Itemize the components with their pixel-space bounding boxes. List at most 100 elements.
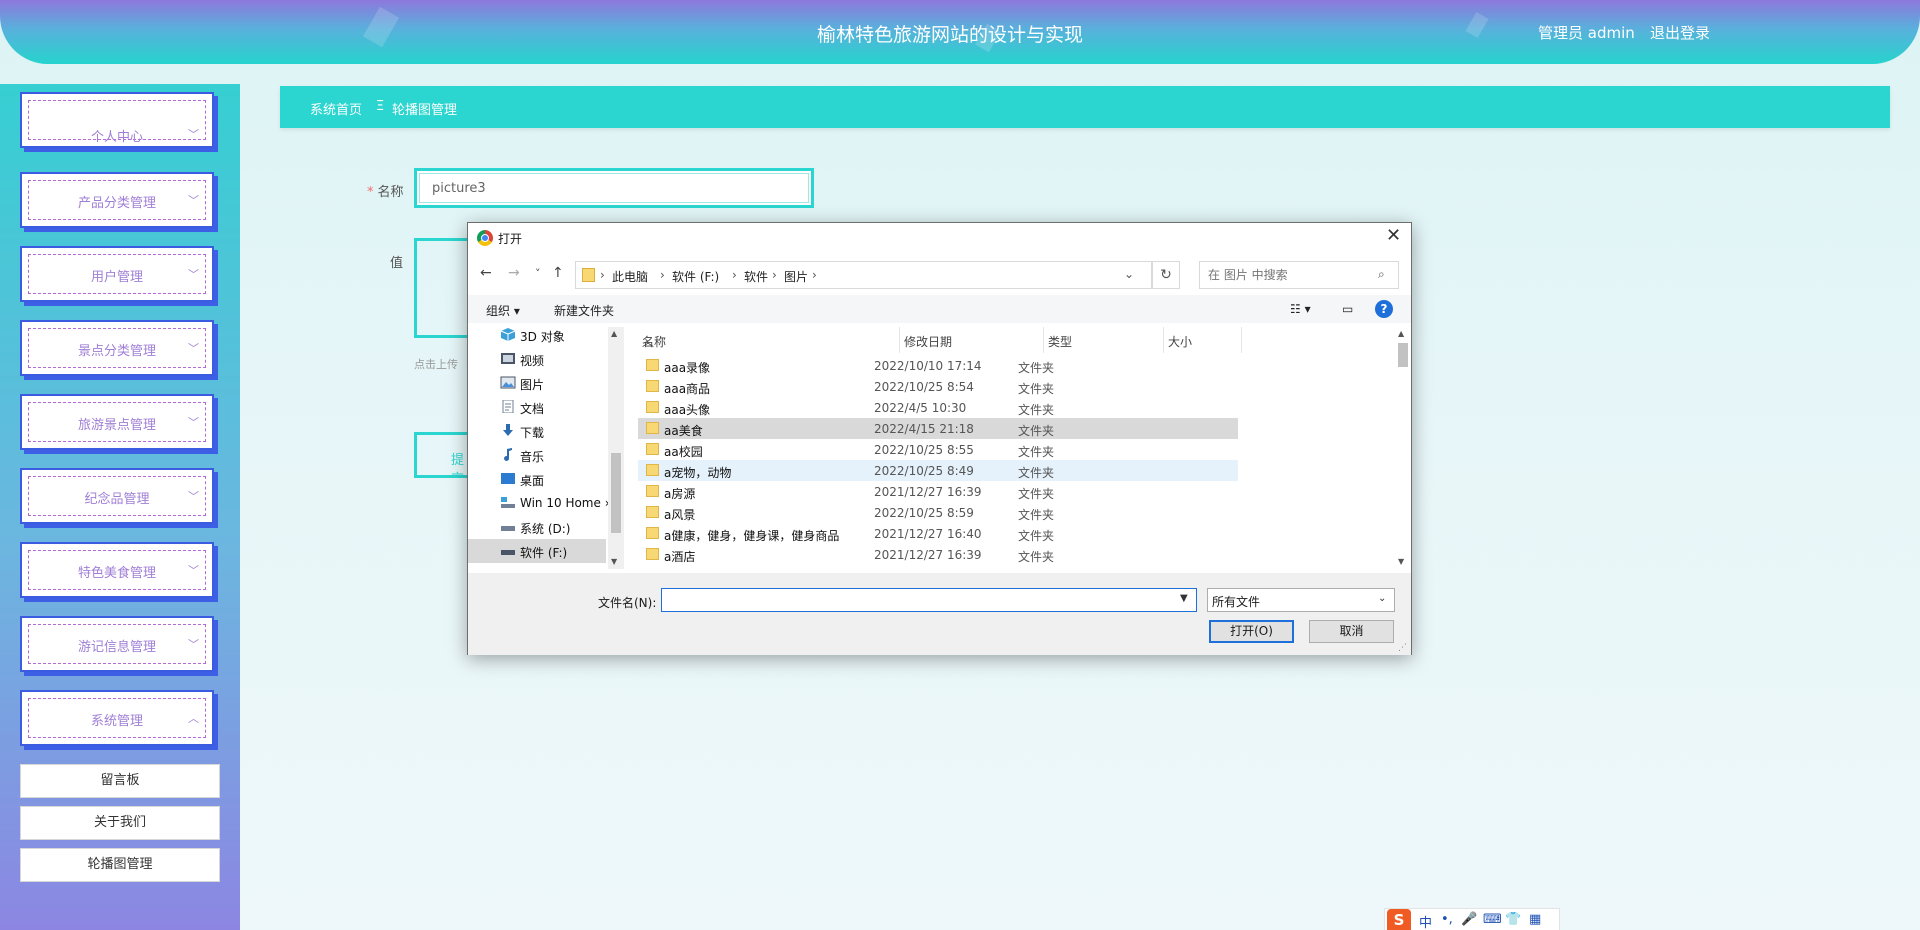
- sidebar-item-product-category[interactable]: 产品分类管理 ﹀: [20, 172, 218, 232]
- path-segment-pictures[interactable]: 图片: [784, 268, 808, 285]
- file-row[interactable]: aaa头像 2022/4/5 10:30 文件夹: [638, 397, 1238, 418]
- chevron-down-icon: ﹀: [188, 564, 199, 577]
- view-options-icon[interactable]: ☷ ▾: [1290, 302, 1311, 316]
- forward-arrow-icon[interactable]: →: [508, 265, 520, 281]
- file-row[interactable]: aaa录像 2022/10/10 17:14 文件夹: [638, 355, 1238, 376]
- music-icon: [504, 448, 512, 461]
- sidebar-item-special-food[interactable]: 特色美食管理 ﹀: [20, 542, 218, 602]
- nav-item-desktop[interactable]: 桌面: [468, 467, 606, 491]
- organize-menu[interactable]: 组织 ▾: [486, 302, 520, 319]
- name-input[interactable]: [419, 173, 809, 203]
- refresh-icon[interactable]: ↻: [1152, 261, 1180, 289]
- search-box: ⌕: [1199, 261, 1399, 289]
- navigation-scrollbar[interactable]: ▲ ▼: [608, 327, 624, 569]
- sidebar-item-scenic-category[interactable]: 景点分类管理 ﹀: [20, 320, 218, 380]
- sidebar-item-system[interactable]: 系统管理 ︿: [20, 690, 218, 750]
- chinese-mode-icon[interactable]: 中: [1419, 912, 1432, 930]
- file-row-selected[interactable]: aa美食 2022/4/15 21:18 文件夹: [638, 418, 1238, 439]
- file-name: aaa头像: [664, 403, 711, 417]
- sidebar-subitem-message-board[interactable]: 留言板: [20, 764, 220, 798]
- dialog-toolbar: 组织 ▾ 新建文件夹 ☷ ▾ ▭ ?: [468, 295, 1411, 323]
- close-icon[interactable]: ✕: [1386, 225, 1401, 246]
- column-header-type[interactable]: 类型: [1044, 327, 1164, 353]
- sidebar-item-souvenirs[interactable]: 纪念品管理 ﹀: [20, 468, 218, 528]
- chevron-down-icon[interactable]: ▼: [1180, 593, 1188, 604]
- file-date: 2022/10/10 17:14: [874, 359, 982, 373]
- new-folder-button[interactable]: 新建文件夹: [554, 302, 614, 319]
- nav-item-drive-f[interactable]: 软件 (F:): [468, 539, 606, 563]
- file-row[interactable]: a风景 2022/10/25 8:59 文件夹: [638, 502, 1238, 523]
- help-icon[interactable]: ?: [1375, 300, 1393, 318]
- chevron-down-icon: ﹀: [188, 638, 199, 651]
- sidebar-item-personal-center[interactable]: 个人中心 ﹀: [20, 92, 218, 152]
- open-button[interactable]: 打开(O): [1209, 620, 1294, 643]
- scroll-down-icon[interactable]: ▼: [1398, 557, 1404, 566]
- path-separator: ›: [772, 268, 777, 282]
- column-header-date[interactable]: 修改日期: [900, 327, 1044, 353]
- file-type: 文件夹: [1018, 508, 1055, 522]
- sidebar-item-users[interactable]: 用户管理 ﹀: [20, 246, 218, 306]
- submit-button[interactable]: 提交: [414, 432, 468, 478]
- file-row[interactable]: aa校园 2022/10/25 8:55 文件夹: [638, 439, 1238, 460]
- toolbox-icon[interactable]: ▦: [1529, 912, 1541, 927]
- breadcrumb-current: 轮播图管理: [392, 103, 458, 118]
- nav-item-music[interactable]: 音乐: [468, 443, 606, 467]
- nav-item-documents[interactable]: 文档: [468, 395, 606, 419]
- sidebar-item-travel-notes[interactable]: 游记信息管理 ﹀: [20, 616, 218, 676]
- file-type: 文件夹: [1018, 445, 1055, 459]
- sidebar-subitem-about-us[interactable]: 关于我们: [20, 806, 220, 840]
- path-segment-software[interactable]: 软件: [744, 268, 768, 285]
- address-bar[interactable]: › 此电脑 › 软件 (F:) › 软件 › 图片 › ⌄: [575, 261, 1152, 289]
- image-upload-box[interactable]: [414, 238, 474, 338]
- folder-icon: [646, 506, 659, 518]
- file-type: 文件夹: [1018, 424, 1055, 438]
- sogou-logo-icon[interactable]: S: [1387, 909, 1411, 930]
- folder-icon: [646, 401, 659, 413]
- scroll-up-icon[interactable]: ▲: [1398, 329, 1404, 338]
- file-row[interactable]: a酒店 2021/12/27 16:39 文件夹: [638, 544, 1238, 565]
- nav-item-downloads[interactable]: 下载: [468, 419, 606, 443]
- chevron-down-icon[interactable]: ⌄: [1124, 267, 1134, 281]
- scrollbar-thumb[interactable]: [1398, 343, 1408, 367]
- breadcrumb-home[interactable]: 系统首页: [310, 99, 362, 118]
- path-segment-drive-f[interactable]: 软件 (F:): [672, 268, 719, 285]
- file-list-scrollbar[interactable]: ▲ ▼: [1395, 327, 1411, 569]
- scroll-down-icon[interactable]: ▼: [611, 557, 617, 566]
- punctuation-icon[interactable]: •,: [1441, 912, 1453, 927]
- nav-item-3d-objects[interactable]: 3D 对象: [468, 327, 606, 347]
- file-row-hovered[interactable]: a宠物，动物 2022/10/25 8:49 文件夹: [638, 460, 1238, 481]
- filename-combobox[interactable]: ▼: [661, 588, 1197, 612]
- up-arrow-icon[interactable]: ↑: [552, 265, 564, 281]
- cancel-button[interactable]: 取消: [1309, 620, 1394, 643]
- preview-pane-icon[interactable]: ▭: [1342, 302, 1353, 316]
- file-date: 2022/10/25 8:49: [874, 464, 974, 478]
- keyboard-icon[interactable]: ⌨: [1483, 912, 1502, 927]
- documents-icon: [502, 400, 514, 413]
- required-mark: *: [367, 185, 374, 200]
- filetype-select[interactable]: 所有文件 ⌄: [1207, 588, 1395, 612]
- nav-item-drive-d[interactable]: 系统 (D:): [468, 515, 606, 539]
- nav-item-pictures[interactable]: 图片: [468, 371, 606, 395]
- file-row[interactable]: aaa商品 2022/10/25 8:54 文件夹: [638, 376, 1238, 397]
- file-type: 文件夹: [1018, 487, 1055, 501]
- file-type: 文件夹: [1018, 403, 1055, 417]
- sidebar-item-tourist-spots[interactable]: 旅游景点管理 ﹀: [20, 394, 218, 454]
- nav-item-win10-home[interactable]: Win 10 Home ›: [468, 491, 610, 515]
- path-segment-this-pc[interactable]: 此电脑: [612, 268, 648, 285]
- column-header-name[interactable]: ︿ 名称: [638, 327, 900, 353]
- scroll-up-icon[interactable]: ▲: [611, 329, 617, 338]
- resize-grip-icon[interactable]: ⋰: [1398, 643, 1407, 653]
- back-arrow-icon[interactable]: ←: [480, 265, 492, 281]
- logout-link[interactable]: 退出登录: [1650, 22, 1710, 43]
- scrollbar-thumb[interactable]: [611, 453, 621, 533]
- skin-icon[interactable]: 👕: [1505, 912, 1521, 927]
- recent-locations-icon[interactable]: ˅: [535, 267, 541, 280]
- microphone-icon[interactable]: 🎤: [1461, 912, 1477, 927]
- sidebar-subitem-carousel[interactable]: 轮播图管理: [20, 848, 220, 882]
- nav-item-videos[interactable]: 视频: [468, 347, 606, 371]
- file-row[interactable]: a房源 2021/12/27 16:39 文件夹: [638, 481, 1238, 502]
- file-row[interactable]: a健康，健身，健身课，健身商品 2021/12/27 16:40 文件夹: [638, 523, 1238, 544]
- folder-icon: [646, 422, 659, 434]
- column-header-size[interactable]: 大小: [1164, 327, 1242, 353]
- search-input[interactable]: [1200, 262, 1370, 288]
